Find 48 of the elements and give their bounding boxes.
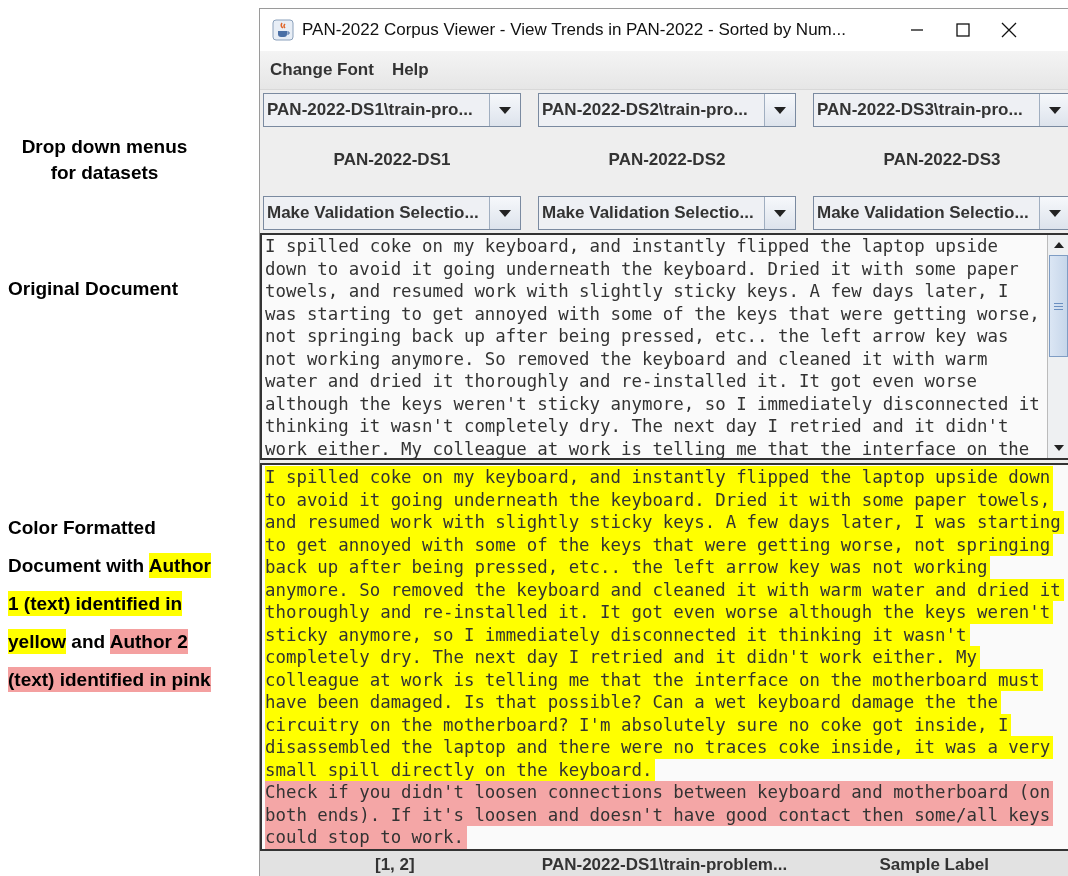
down-arrow-icon <box>1053 445 1064 451</box>
dataset-label: PAN-2022-DS1 <box>333 150 451 170</box>
document-text-line: not springing back up after being pressed, etc.. the left arrow key was <box>265 325 1010 348</box>
dropdown[interactable]: Make Validation Selectio... <box>263 196 521 230</box>
window-title: PAN-2022 Corpus Viewer - View Trends in PAN-2022 - Sorted by Num... <box>302 20 847 40</box>
document-text-line: thinking it wasn't completely dry. The next day I retried and it didn't <box>265 415 1010 438</box>
menu-item[interactable]: Help <box>391 60 429 80</box>
caret-icon <box>499 106 511 114</box>
document-text-line: towels, and resumed work with slightly sticky keys. A few days later, I <box>265 280 1010 303</box>
coffee-cup-icon <box>272 19 294 41</box>
annotation-text: Color Formatted <box>8 516 156 540</box>
caret-icon <box>499 209 511 217</box>
document-text-line: I spilled coke on my keyboard, and instantly flipped the laptop upside <box>265 235 999 258</box>
dataset-label: PAN-2022-DS2 <box>608 150 726 170</box>
highlighted-text: yellow <box>8 629 67 654</box>
document-text-line: down to avoid it going underneath the keyboard. Dried it with some paper <box>265 257 1020 280</box>
document-text-line: water and dried it thoroughly and re-installed it. It got even worse <box>265 370 978 393</box>
menu-item[interactable]: Change Font <box>270 60 374 80</box>
document-text-line: work either. My colleague at work is telling me that the interface on the <box>265 437 1031 458</box>
dropdown[interactable]: PAN-2022-DS1\train-pro... <box>263 93 521 127</box>
document-text-line: although the keys weren't sticky anymore, so I immediately disconnected it <box>265 392 1041 415</box>
dataset-label: PAN-2022-DS3 <box>883 150 1001 170</box>
document-text-line: not working anymore. So removed the keyboard and cleaned it with warm <box>265 347 989 370</box>
dropdown[interactable]: PAN-2022-DS2\train-pro... <box>538 93 796 127</box>
status-text: PAN-2022-DS1\train-problem... <box>541 854 788 875</box>
highlighted-text: Author <box>148 553 211 578</box>
dropdown[interactable]: PAN-2022-DS3\train-pro... <box>813 93 1068 127</box>
annotation-text: Drop down menus for datasets <box>20 135 189 185</box>
annotation-text: Document with <box>8 554 146 578</box>
caret-icon <box>1049 209 1061 217</box>
highlighted-text: (text) identified in pink <box>8 667 211 692</box>
scrollbar[interactable] <box>1047 235 1068 458</box>
text-area[interactable] <box>260 233 1068 460</box>
status-text: Sample Label <box>879 854 989 875</box>
highlighted-text: Author 2 <box>109 629 188 654</box>
highlighted-text: 1 (text) identified in <box>8 591 183 616</box>
status-text: [1, 2] <box>375 854 415 875</box>
text-area[interactable] <box>260 463 1068 851</box>
caret-icon <box>774 209 786 217</box>
annotation-text: Original Document <box>8 278 178 300</box>
document-text-line: was starting to get annoyed with some of the keys that were getting worse, <box>265 302 1041 325</box>
annotation-text: and <box>70 630 107 654</box>
up-arrow-icon <box>1053 242 1064 248</box>
caret-icon <box>774 106 786 114</box>
grip-icon <box>1054 302 1063 310</box>
dropdown[interactable]: Make Validation Selectio... <box>538 196 796 230</box>
caret-icon <box>1049 106 1061 114</box>
dropdown[interactable]: Make Validation Selectio... <box>813 196 1068 230</box>
